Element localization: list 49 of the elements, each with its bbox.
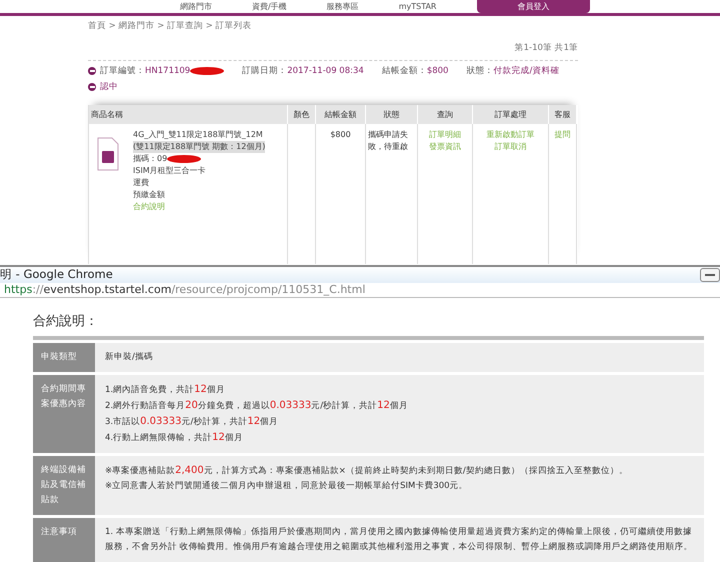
redaction-mark [167,155,202,163]
nav-link[interactable]: 資費/手機 [252,2,287,12]
column-header: 結帳金額 [316,105,366,124]
column-header: 訂單處理 [473,105,549,124]
order-number: HN171109 [145,66,190,76]
order-date-label: 訂購日期： [242,65,288,77]
order-status: 付款完成/資料確 [493,65,560,77]
column-header: 商品名稱 [89,105,288,124]
status-cell-text: 攜碼申請失敗，待重啟 [368,129,409,153]
order-number-label: 訂單編號： [100,65,145,77]
sim-card-icon [97,137,119,171]
product-item: ISIM月租型三合一卡 [133,165,206,177]
pagination-text: 第1-10筆 共1筆 [88,42,578,61]
column-header: 顏色 [288,105,316,124]
login-button[interactable]: 會員登入 [476,0,590,13]
order-status-label: 狀態： [466,65,494,77]
term-text: ※專案優惠補貼款2,400元，計算方式為：專案優惠補貼款×（提前終止時契約未到期日數/契約總日數）（採四捨五入至整數位）。 [105,464,629,478]
nav-link[interactable]: 服務專區 [326,2,359,12]
column-header: 客服 [549,105,577,124]
term-text: 3.市話以0.03333元/秒計算，共計12個月 [105,415,280,429]
term-text: 2.網外行動語音每月 20分鐘免費，超過以0.03333元/秒計算，共計12個月 [105,399,409,413]
ported-number: 攜碼：09 [133,153,168,165]
row-label: 終端設備補貼及電信補貼款 [33,456,95,515]
term-text: 4.行動上網無限傳輸，共計12個月 [105,431,244,445]
term-text: 新申裝/攜碼 [105,351,154,364]
term-text: 1.網內語音免費，共計12個月 [105,383,226,397]
product-item: 預繳金額 [133,189,165,201]
column-header: 查詢 [418,105,473,124]
product-title: 4G_入門_雙11限定188單門號_12M [133,129,263,141]
term-text: 1. 本專案贈送「行動上網無限傳輸」係指用戶於優惠期間內，當月使用之國內數據傳輸使用量超過資費方案約定的傳輸量上限後，仍可繼續使用數據服務，不會另外計 收傳輸費用。惟倘用戶有逾越合理使用之範圍或其他權利濫用之事實，本公司得限制、暫停上網服務或調降用戶之網路使用順序。 [105,526,694,554]
amount-cell: $800 [330,129,351,141]
breadcrumb: 首頁 > 網路門市 > 訂單查詢 > 訂單列表 [88,20,253,32]
row-label: 合約期間專案優惠內容 [33,375,95,453]
product-note: (雙11限定188單門號 期數：12個月) [133,141,266,153]
row-label: 注意事項 [33,518,95,562]
window-title: 明 - Google Chrome [0,267,113,282]
column-header: 狀態 [366,105,418,124]
order-status: 認中 [100,81,118,93]
nav-link[interactable]: myTSTAR [398,2,436,12]
minimize-button[interactable] [700,268,720,282]
order-amount-label: 結帳金額： [382,65,427,77]
address-bar[interactable]: https://eventshop.tstartel.com/resource/projcomp/110531_C.html [0,282,720,298]
nav-link[interactable]: 網路門市 [180,2,212,12]
redaction-mark [190,67,224,75]
order-amount: $800 [426,66,448,76]
order-date: 2017-11-09 08:34 [287,66,364,76]
row-label: 申裝類型 [33,343,95,372]
term-text: ※立同意書人若於門號開通後二個月內申辦退租，同意於最後一期帳單給付SIM卡費300元。 [105,480,469,493]
product-item: 運費 [133,177,149,189]
